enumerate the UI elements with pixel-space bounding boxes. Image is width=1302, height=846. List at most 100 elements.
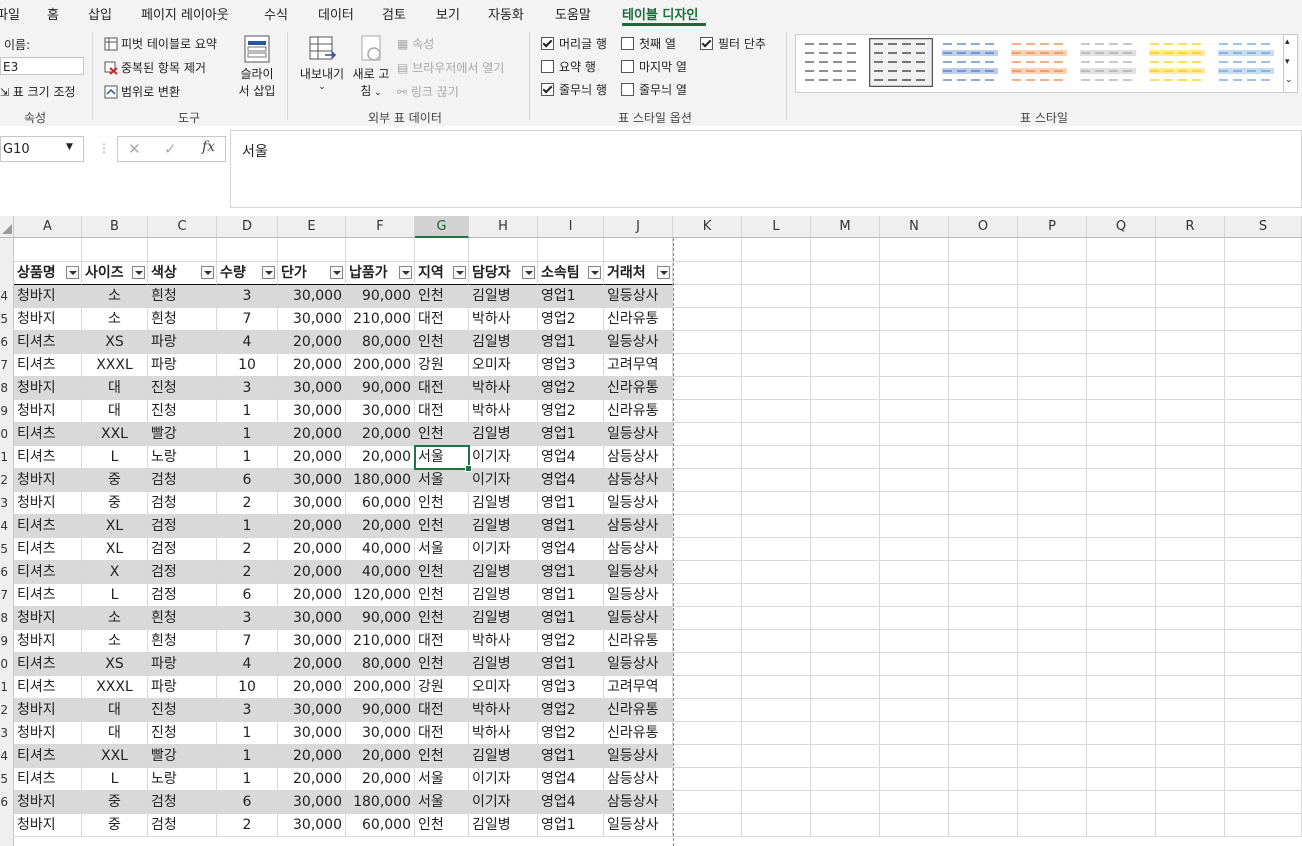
- table-cell[interactable]: 20,000: [278, 515, 346, 538]
- empty-cell[interactable]: [1225, 285, 1302, 308]
- empty-cell[interactable]: [880, 584, 949, 607]
- table-cell[interactable]: 30,000: [278, 469, 346, 492]
- table-cell[interactable]: 신라유통: [604, 400, 673, 423]
- empty-cell[interactable]: [742, 745, 811, 768]
- empty-cell[interactable]: [742, 561, 811, 584]
- table-name-input[interactable]: E3: [0, 57, 84, 75]
- table-cell[interactable]: 인천: [415, 561, 469, 584]
- empty-cell[interactable]: [742, 676, 811, 699]
- empty-cell[interactable]: [1018, 446, 1087, 469]
- empty-cell[interactable]: [1156, 607, 1225, 630]
- column-header-n[interactable]: N: [880, 216, 949, 238]
- row-number[interactable]: 5: [0, 308, 10, 331]
- table-cell[interactable]: 일등상사: [604, 331, 673, 354]
- table-cell[interactable]: 인천: [415, 653, 469, 676]
- table-cell[interactable]: 120,000: [346, 584, 415, 607]
- empty-cell[interactable]: [673, 676, 742, 699]
- empty-cell[interactable]: [1087, 446, 1156, 469]
- cancel-icon[interactable]: ✕: [128, 140, 141, 158]
- empty-cell[interactable]: [811, 308, 880, 331]
- row-number[interactable]: 24: [0, 745, 10, 768]
- empty-cell[interactable]: [742, 423, 811, 446]
- empty-cell[interactable]: [673, 377, 742, 400]
- empty-cell[interactable]: [1225, 446, 1302, 469]
- empty-cell[interactable]: [742, 768, 811, 791]
- empty-cell[interactable]: [742, 238, 811, 262]
- empty-cell[interactable]: [673, 745, 742, 768]
- empty-cell[interactable]: [1225, 331, 1302, 354]
- empty-cell[interactable]: [880, 262, 949, 285]
- empty-cell[interactable]: [742, 446, 811, 469]
- empty-cell[interactable]: [673, 331, 742, 354]
- table-style-swatch[interactable]: [1145, 38, 1209, 87]
- table-cell[interactable]: 30,000: [278, 492, 346, 515]
- table-cell[interactable]: 빨강: [148, 745, 217, 768]
- empty-cell[interactable]: [949, 607, 1018, 630]
- table-cell[interactable]: 영업1: [538, 607, 604, 630]
- empty-cell[interactable]: [673, 538, 742, 561]
- table-cell[interactable]: 신라유통: [604, 722, 673, 745]
- empty-cell[interactable]: [1225, 377, 1302, 400]
- empty-cell[interactable]: [880, 676, 949, 699]
- table-cell[interactable]: 파랑: [148, 653, 217, 676]
- empty-cell[interactable]: [1225, 469, 1302, 492]
- table-cell[interactable]: 20,000: [346, 745, 415, 768]
- empty-cell[interactable]: [82, 238, 148, 262]
- table-cell[interactable]: 티셔츠: [14, 653, 82, 676]
- empty-cell[interactable]: [1156, 308, 1225, 331]
- table-cell[interactable]: 6: [217, 584, 278, 607]
- table-header-cell[interactable]: 거래처: [604, 262, 673, 285]
- table-cell[interactable]: 청바지: [14, 400, 82, 423]
- empty-cell[interactable]: [949, 377, 1018, 400]
- table-cell[interactable]: 대: [82, 377, 148, 400]
- filter-dropdown-icon[interactable]: [453, 266, 466, 279]
- table-cell[interactable]: 1: [217, 745, 278, 768]
- empty-cell[interactable]: [811, 400, 880, 423]
- empty-cell[interactable]: [673, 515, 742, 538]
- table-cell[interactable]: 삼등상사: [604, 538, 673, 561]
- table-cell[interactable]: 210,000: [346, 630, 415, 653]
- empty-cell[interactable]: [1018, 676, 1087, 699]
- empty-cell[interactable]: [1087, 653, 1156, 676]
- table-cell[interactable]: 검정: [148, 538, 217, 561]
- table-cell[interactable]: 2: [217, 814, 278, 837]
- empty-cell[interactable]: [880, 538, 949, 561]
- table-cell[interactable]: 일등상사: [604, 492, 673, 515]
- table-style-swatch[interactable]: [869, 38, 933, 87]
- table-cell[interactable]: 인천: [415, 423, 469, 446]
- column-header-c[interactable]: C: [148, 216, 217, 238]
- empty-cell[interactable]: [949, 653, 1018, 676]
- empty-cell[interactable]: [742, 469, 811, 492]
- table-cell[interactable]: 1: [217, 423, 278, 446]
- table-cell[interactable]: XL: [82, 538, 148, 561]
- table-cell[interactable]: 20,000: [346, 768, 415, 791]
- empty-cell[interactable]: [1156, 561, 1225, 584]
- row-number[interactable]: 23: [0, 722, 10, 745]
- table-cell[interactable]: 20,000: [278, 653, 346, 676]
- empty-cell[interactable]: [811, 538, 880, 561]
- menu-tab[interactable]: 데이터: [318, 4, 354, 23]
- empty-cell[interactable]: [742, 285, 811, 308]
- table-cell[interactable]: 김일병: [469, 561, 538, 584]
- empty-cell[interactable]: [949, 400, 1018, 423]
- empty-cell[interactable]: [1018, 238, 1087, 262]
- table-cell[interactable]: 영업1: [538, 561, 604, 584]
- empty-cell[interactable]: [673, 561, 742, 584]
- column-header-l[interactable]: L: [742, 216, 811, 238]
- table-cell[interactable]: 30,000: [346, 400, 415, 423]
- empty-cell[interactable]: [1225, 238, 1302, 262]
- table-cell[interactable]: 30,000: [278, 630, 346, 653]
- table-cell[interactable]: 고려무역: [604, 354, 673, 377]
- unlink-button[interactable]: ⚯ 링크 끊기: [397, 83, 459, 100]
- table-cell[interactable]: 7: [217, 630, 278, 653]
- row-number[interactable]: 12: [0, 469, 10, 492]
- table-style-swatch[interactable]: [1214, 38, 1278, 87]
- table-cell[interactable]: 티셔츠: [14, 561, 82, 584]
- empty-cell[interactable]: [949, 722, 1018, 745]
- row-number[interactable]: 17: [0, 584, 10, 607]
- table-cell[interactable]: 검청: [148, 791, 217, 814]
- table-style-gallery[interactable]: [795, 34, 1284, 93]
- empty-cell[interactable]: [673, 446, 742, 469]
- table-cell[interactable]: 영업1: [538, 285, 604, 308]
- empty-cell[interactable]: [1018, 492, 1087, 515]
